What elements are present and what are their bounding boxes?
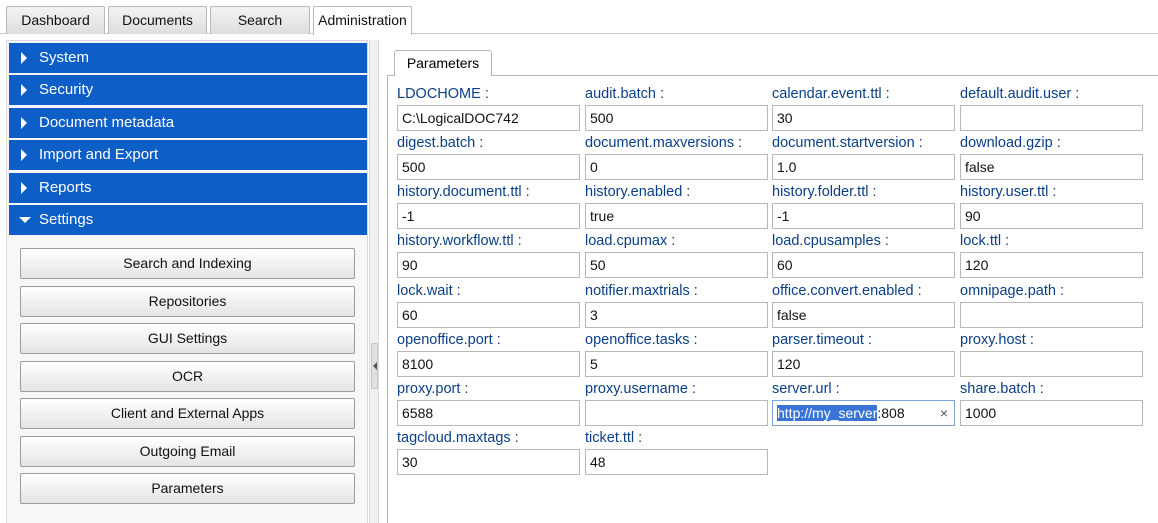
field-label: ticket.ttl : [585,430,643,446]
field-label: download.gzip : [960,135,1061,151]
field-input[interactable]: 500 [585,105,768,131]
section-security[interactable]: Security [9,75,367,105]
field-input[interactable]: true [585,203,768,229]
field-label: LDOCHOME : [397,86,489,102]
triangle-right-icon [19,140,31,170]
section-reports[interactable]: Reports [9,173,367,203]
field-label: lock.wait : [397,283,461,299]
field-label: office.convert.enabled : [772,283,922,299]
field-input[interactable]: 6588 [397,400,580,426]
field-input[interactable] [960,351,1143,377]
unselected-text: :808 [877,405,905,421]
field-input[interactable]: 60 [772,252,955,278]
field-input[interactable] [960,302,1143,328]
selected-text: http://my_server [777,405,878,421]
top-tab-bar: Dashboard Documents Search Administratio… [0,0,1158,35]
field-input[interactable]: false [960,154,1143,180]
field-label: document.startversion : [772,135,923,151]
field-input[interactable] [960,105,1143,131]
field-label: parser.timeout : [772,332,872,348]
field-input[interactable]: 90 [960,203,1143,229]
field-label: load.cpusamples : [772,233,889,249]
field-label: default.audit.user : [960,86,1080,102]
section-settings[interactable]: Settings [9,205,367,235]
field-label: history.folder.ttl : [772,184,877,200]
tab-dashboard[interactable]: Dashboard [6,6,105,34]
field-label: proxy.port : [397,381,469,397]
field-input[interactable]: 30 [397,449,580,475]
field-input[interactable]: 0 [585,154,768,180]
parameters-panel: Parameters LDOCHOME : C:\LogicalDOC742 a… [386,40,1158,523]
panel-splitter[interactable] [369,40,379,523]
field-input[interactable]: 120 [960,252,1143,278]
field-input[interactable]: 60 [397,302,580,328]
field-label: lock.ttl : [960,233,1010,249]
section-label: Document metadata [39,114,175,131]
field-input[interactable]: -1 [397,203,580,229]
field-label: openoffice.port : [397,332,501,348]
field-input[interactable]: -1 [772,203,955,229]
field-input[interactable]: 1000 [960,400,1143,426]
field-label: history.workflow.ttl : [397,233,522,249]
field-label: history.document.ttl : [397,184,530,200]
parameters-form: LDOCHOME : C:\LogicalDOC742 audit.batch … [387,75,1158,523]
triangle-right-icon [19,173,31,203]
gui-settings-button[interactable]: GUI Settings [20,323,355,354]
field-input[interactable]: false [772,302,955,328]
field-input[interactable]: 3 [585,302,768,328]
field-input[interactable]: 5 [585,351,768,377]
tab-documents[interactable]: Documents [108,6,207,34]
field-input[interactable] [585,400,768,426]
collapse-left-icon[interactable] [371,343,378,389]
field-input[interactable]: 30 [772,105,955,131]
field-label: document.maxversions : [585,135,743,151]
clear-icon[interactable]: × [940,401,948,425]
admin-sidebar: System Security Document metadata Import… [6,40,368,523]
field-input[interactable]: 90 [397,252,580,278]
section-label: Settings [39,211,94,228]
section-label: System [39,49,90,66]
field-label: load.cpumax : [585,233,676,249]
tab-search[interactable]: Search [210,6,310,34]
field-input[interactable]: 48 [585,449,768,475]
field-label: share.batch : [960,381,1044,397]
field-label: tagcloud.maxtags : [397,430,519,446]
field-input[interactable]: 120 [772,351,955,377]
search-indexing-button[interactable]: Search and Indexing [20,248,355,279]
section-label: Import and Export [39,146,159,163]
field-input[interactable]: 1.0 [772,154,955,180]
field-label: calendar.event.ttl : [772,86,890,102]
field-input[interactable]: 500 [397,154,580,180]
section-system[interactable]: System [9,43,367,73]
section-document-metadata[interactable]: Document metadata [9,108,367,138]
field-label: openoffice.tasks : [585,332,698,348]
field-label: server.url : [772,381,840,397]
field-input[interactable]: 50 [585,252,768,278]
triangle-right-icon [19,43,31,73]
field-label: notifier.maxtrials : [585,283,698,299]
field-label: history.enabled : [585,184,691,200]
field-label: audit.batch : [585,86,664,102]
field-label: omnipage.path : [960,283,1064,299]
triangle-right-icon [19,108,31,138]
section-label: Reports [39,179,92,196]
field-input[interactable]: C:\LogicalDOC742 [397,105,580,131]
repositories-button[interactable]: Repositories [20,286,355,317]
client-external-apps-button[interactable]: Client and External Apps [20,398,355,429]
ocr-button[interactable]: OCR [20,361,355,392]
section-import-export[interactable]: Import and Export [9,140,367,170]
triangle-right-icon [19,75,31,105]
tab-parameters[interactable]: Parameters [394,50,492,76]
tab-administration[interactable]: Administration [313,6,412,35]
field-input[interactable]: 8100 [397,351,580,377]
field-label: proxy.username : [585,381,696,397]
server-url-input[interactable]: http://my_server:808 × [772,400,955,426]
field-label: history.user.ttl : [960,184,1057,200]
outgoing-email-button[interactable]: Outgoing Email [20,436,355,467]
field-label: proxy.host : [960,332,1034,348]
field-label: digest.batch : [397,135,484,151]
section-label: Security [39,81,94,98]
parameters-button[interactable]: Parameters [20,473,355,504]
triangle-down-icon [19,205,31,235]
